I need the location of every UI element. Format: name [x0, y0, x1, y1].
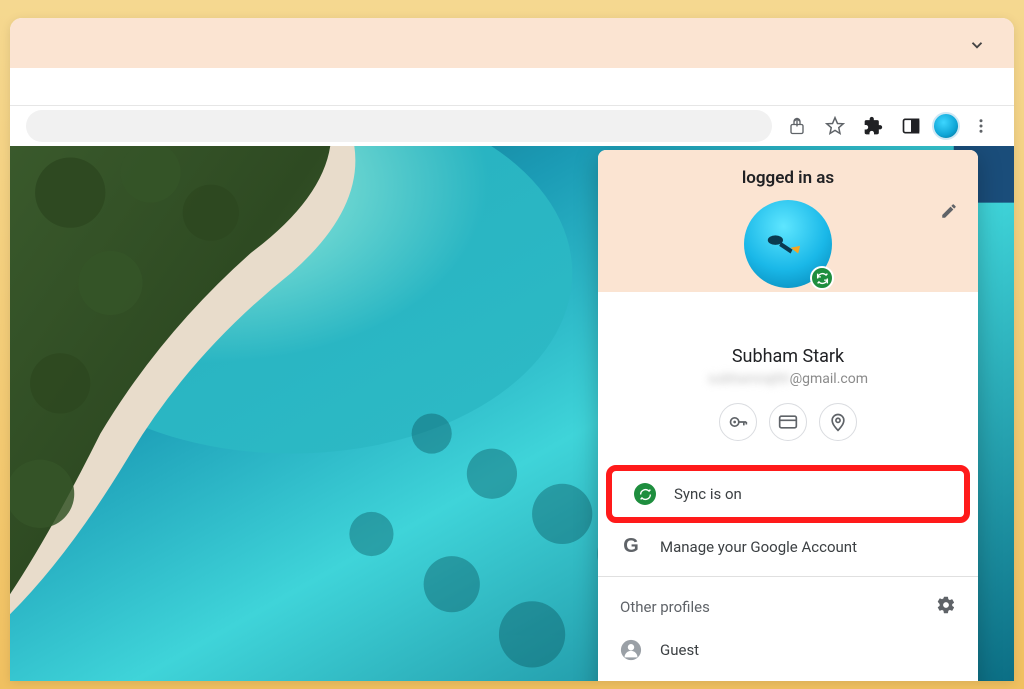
passwords-shortcut[interactable]	[719, 403, 757, 441]
add-profile-item[interactable]: Add	[598, 673, 978, 681]
guest-label: Guest	[660, 641, 699, 659]
puzzle-icon[interactable]	[856, 109, 890, 143]
toolbar-spacer	[10, 68, 1014, 106]
side-panel-icon[interactable]	[894, 109, 928, 143]
highlight-annotation: Sync is on	[606, 465, 970, 523]
profile-display-name: Subham Stark	[618, 346, 958, 367]
avatar-large	[744, 200, 832, 288]
profile-popover: logged in as Subham Stark subhamrajthl@g…	[598, 150, 978, 681]
shortcut-row	[618, 403, 958, 441]
menu-list: Sync is on G Manage your Google Account …	[598, 461, 978, 681]
tab-strip	[10, 18, 1014, 68]
manage-label: Manage your Google Account	[660, 538, 857, 556]
guest-profile-item[interactable]: Guest	[598, 627, 978, 673]
kebab-menu-icon[interactable]	[964, 109, 998, 143]
popover-header: logged in as	[598, 150, 978, 292]
star-icon[interactable]	[818, 109, 852, 143]
gear-icon[interactable]	[936, 595, 956, 619]
popover-title: logged in as	[618, 168, 958, 188]
share-icon[interactable]	[780, 109, 814, 143]
sync-icon	[634, 483, 656, 505]
page-content: logged in as Subham Stark subhamrajthl@g…	[10, 146, 1014, 681]
chevron-down-icon[interactable]	[968, 36, 986, 58]
addresses-shortcut[interactable]	[819, 403, 857, 441]
sync-badge-icon	[810, 266, 834, 290]
omnibox-row	[10, 106, 1014, 146]
sync-menu-item[interactable]: Sync is on	[612, 471, 964, 517]
omnibox[interactable]	[26, 110, 772, 142]
payment-shortcut[interactable]	[769, 403, 807, 441]
browser-window: logged in as Subham Stark subhamrajthl@g…	[10, 18, 1014, 681]
profile-avatar-button[interactable]	[932, 112, 960, 140]
sync-label: Sync is on	[674, 485, 742, 503]
pencil-icon[interactable]	[940, 202, 958, 224]
popover-body: Subham Stark subhamrajthl@gmail.com	[598, 292, 978, 461]
person-icon	[620, 639, 642, 661]
divider	[598, 576, 978, 577]
manage-account-item[interactable]: G Manage your Google Account	[598, 523, 978, 570]
other-profiles-label: Other profiles	[620, 598, 710, 616]
profile-email: subhamrajthl@gmail.com	[618, 371, 958, 387]
other-profiles-header: Other profiles	[598, 583, 978, 627]
google-g-icon: G	[620, 535, 642, 558]
